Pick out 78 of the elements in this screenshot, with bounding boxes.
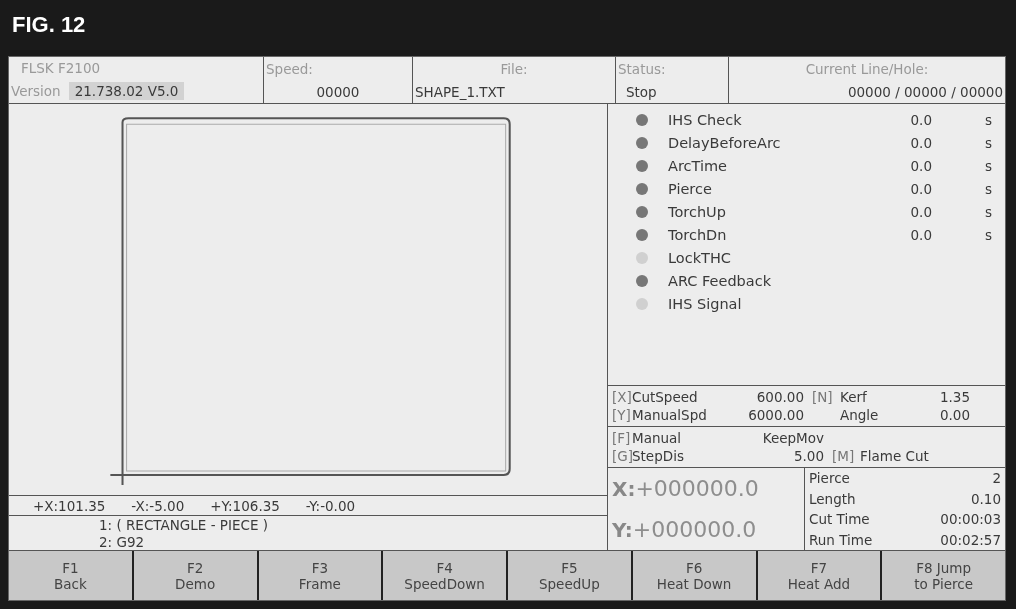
current-line-value: 00000 / 00000 / 00000 — [846, 83, 1003, 100]
coordinate-value: +000000.0 — [632, 517, 757, 542]
program-line: 2: G92 — [99, 533, 146, 550]
io-unit: s — [983, 180, 992, 197]
function-key[interactable]: F4 SpeedDown — [383, 551, 506, 600]
limit-value: -Y:-0.00 — [305, 497, 356, 514]
io-label: TorchUp — [668, 203, 727, 220]
stat-value: 2 — [992, 470, 1001, 487]
param-value: 0.00 — [938, 407, 970, 423]
stat-value: 00:00:03 — [940, 511, 1001, 528]
param-value: 1.35 — [938, 389, 970, 405]
param-label: ManualSpd — [632, 407, 708, 423]
io-label: IHS Signal — [668, 295, 743, 312]
key-hint: [G] — [611, 448, 632, 464]
current-line-label: Current Line/Hole: — [804, 60, 930, 77]
io-label: LockTHC — [668, 249, 732, 266]
speed-label: Speed: — [266, 60, 314, 77]
function-key[interactable]: F1 Back — [9, 551, 132, 600]
param-label: Flame Cut — [860, 448, 929, 464]
coordinate-value: +000000.0 — [635, 476, 759, 501]
function-key[interactable]: F5 SpeedUp — [508, 551, 631, 600]
file-name: SHAPE_1.TXT — [415, 83, 506, 100]
io-value: 0.0 — [909, 157, 932, 174]
io-label: ARC Feedback — [668, 272, 773, 289]
program-line: 1: ( RECTANGLE - PIECE ) — [99, 516, 269, 533]
status-label: Status: — [618, 60, 667, 77]
function-key[interactable]: F8 Jump to Pierce — [882, 551, 1005, 600]
stat-label: Cut Time — [809, 511, 870, 528]
key-hint: [X] — [611, 389, 632, 405]
status-value: Stop — [625, 83, 658, 100]
io-label: IHS Check — [668, 111, 743, 128]
io-value: 0.0 — [909, 180, 932, 197]
key-hint: [Y] — [611, 407, 632, 423]
io-label: ArcTime — [668, 157, 729, 174]
file-label: File: — [499, 60, 529, 77]
io-label: TorchDn — [668, 226, 728, 243]
function-key[interactable]: F3 Frame — [258, 551, 382, 600]
param-label: StepDis — [632, 448, 685, 464]
stat-label: Length — [809, 490, 856, 507]
function-key[interactable]: F6 Heat Down — [632, 551, 756, 600]
function-key[interactable]: F2 Demo — [133, 551, 257, 600]
io-label: DelayBeforeArc — [668, 134, 782, 151]
param-label: Angle — [840, 407, 880, 423]
function-key[interactable]: F7 Heat Add — [757, 551, 881, 600]
io-unit: s — [983, 157, 992, 174]
version-number: 21.738.02 V5.0 — [68, 82, 185, 100]
param-value: 5.00 — [792, 448, 824, 464]
key-hint: [F] — [611, 430, 632, 446]
limit-value: +X:101.35 — [33, 497, 106, 514]
param-value: 6000.00 — [747, 407, 804, 423]
io-value: 0.0 — [909, 111, 932, 128]
speed-value: 00000 — [315, 83, 361, 100]
io-unit: s — [983, 203, 992, 220]
stat-value: 00:02:57 — [940, 531, 1001, 548]
limit-value: -X:-5.00 — [131, 497, 185, 514]
io-unit: s — [983, 111, 992, 128]
io-value: 0.0 — [909, 226, 932, 243]
io-value: 0.0 — [909, 134, 932, 151]
param-label: CutSpeed — [632, 389, 699, 405]
model-name: FLSK F2100 — [20, 60, 102, 76]
key-hint: [M] — [832, 448, 855, 464]
version-label: Version — [11, 83, 61, 99]
io-unit: s — [983, 226, 992, 243]
param-label: Kerf — [840, 389, 868, 405]
key-hint: [N] — [812, 389, 833, 405]
axis-label: Y: — [611, 517, 633, 542]
io-value: 0.0 — [909, 203, 932, 220]
limit-value: +Y:106.35 — [210, 497, 280, 514]
param-value: KeepMov — [761, 430, 824, 446]
param-value: 600.00 — [755, 389, 804, 405]
figure-label: FIG. 12 — [12, 12, 86, 38]
io-unit: s — [983, 134, 992, 151]
stat-label: Run Time — [809, 531, 873, 548]
axis-label: X: — [611, 476, 636, 501]
io-label: Pierce — [668, 180, 713, 197]
stat-label: Pierce — [809, 470, 850, 487]
stat-value: 0.10 — [970, 490, 1001, 507]
param-label: Manual — [632, 430, 683, 446]
